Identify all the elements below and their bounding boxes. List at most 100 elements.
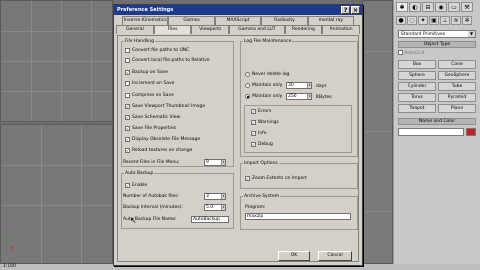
- tab-maxscript[interactable]: MAXScript: [214, 16, 262, 25]
- utilities-tab-icon[interactable]: ⚒: [461, 2, 473, 12]
- color-swatch[interactable]: [466, 128, 476, 136]
- tab-inverse-kinematics[interactable]: Inverse Kinematics: [122, 16, 169, 25]
- option-backup-on-save[interactable]: ✓ Backup on Save: [125, 70, 168, 75]
- maintain-days-spinner[interactable]: 30 ⇕: [286, 82, 312, 89]
- checkbox[interactable]: [125, 48, 130, 53]
- option-thumbnail[interactable]: ✓ Save Viewport Thumbnail Image: [125, 104, 205, 109]
- level-warnings[interactable]: ✓ Warnings: [251, 120, 279, 125]
- geometry-icon[interactable]: ●: [396, 16, 406, 25]
- cancel-button[interactable]: Cancel: [318, 251, 352, 261]
- autogrid-checkbox[interactable]: AutoGrid: [394, 48, 480, 58]
- primitive-type-dropdown[interactable]: Standard Primitives ▼: [398, 30, 476, 38]
- tab-animation[interactable]: Animation: [322, 25, 360, 34]
- lights-icon[interactable]: ✦: [418, 16, 428, 25]
- help-icon[interactable]: ?: [341, 6, 350, 14]
- option-obsolete-message[interactable]: ✓ Display Obsolete File Message: [125, 137, 200, 142]
- object-type-header[interactable]: Object Type: [398, 41, 476, 48]
- interval-spinner[interactable]: 5.0 ⇕: [204, 204, 226, 211]
- option-schematic[interactable]: ✓ Save Schematic View: [125, 115, 180, 120]
- object-name-input[interactable]: [398, 128, 464, 136]
- box-button[interactable]: Box: [398, 60, 436, 69]
- checkbox-checked[interactable]: ✓: [125, 115, 130, 120]
- cameras-icon[interactable]: ▣: [429, 16, 439, 25]
- tab-viewports[interactable]: Viewports: [191, 25, 230, 34]
- option-relative[interactable]: Convert local file paths to Relative: [125, 58, 210, 63]
- level-debug[interactable]: ✓ Debug: [251, 142, 273, 147]
- checkbox-checked[interactable]: ✓: [125, 137, 130, 142]
- grid-line: [41, 125, 42, 263]
- radio[interactable]: [245, 72, 250, 77]
- create-tab-icon[interactable]: ✱: [396, 2, 408, 12]
- name-color-header[interactable]: Name and Color: [398, 118, 476, 125]
- recent-files-spinner[interactable]: 9 ⇕: [204, 159, 226, 166]
- sphere-button[interactable]: Sphere: [398, 71, 436, 80]
- maintain-days-row[interactable]: Maintain only: [245, 83, 282, 88]
- tab-general[interactable]: General: [116, 25, 154, 34]
- checkbox-checked[interactable]: ✓: [245, 176, 250, 181]
- tab-rendering[interactable]: Rendering: [284, 25, 323, 34]
- checkbox[interactable]: [125, 58, 130, 63]
- viewport-right[interactable]: [362, 0, 393, 264]
- spinner-arrows-icon[interactable]: ⇕: [221, 205, 225, 210]
- option-reload-textures[interactable]: ✓ Reload textures on change: [125, 148, 192, 153]
- autogrid-box[interactable]: [398, 50, 403, 55]
- checkbox-checked[interactable]: ✓: [125, 104, 130, 109]
- never-delete-row[interactable]: Never delete log: [245, 72, 289, 77]
- radio-selected[interactable]: [245, 94, 250, 99]
- spinner-arrows-icon[interactable]: ⇕: [221, 194, 225, 199]
- level-info[interactable]: ✓ Info: [251, 131, 267, 136]
- spinner-arrows-icon[interactable]: ⇕: [307, 94, 311, 99]
- helpers-icon[interactable]: ⊥: [440, 16, 450, 25]
- radio[interactable]: [245, 83, 250, 88]
- tube-button[interactable]: Tube: [438, 82, 476, 91]
- option-increment[interactable]: Increment on Save: [125, 81, 174, 86]
- cylinder-button[interactable]: Cylinder: [398, 82, 436, 91]
- shapes-icon[interactable]: ◌: [407, 16, 417, 25]
- tab-gamma-lut[interactable]: Gamma and LUT: [229, 25, 285, 34]
- zoom-extents-row[interactable]: ✓ Zoom Extents on Import: [245, 176, 307, 181]
- spacewarps-icon[interactable]: ≋: [451, 16, 461, 25]
- num-files-spinner[interactable]: 3 ⇕: [204, 193, 226, 200]
- maintain-size-row[interactable]: Maintain only: [245, 94, 282, 99]
- checkbox-checked[interactable]: ✓: [251, 109, 256, 114]
- checkbox-checked[interactable]: ✓: [125, 183, 130, 188]
- close-icon[interactable]: ×: [351, 6, 360, 14]
- option-file-properties[interactable]: ✓ Save File Properties: [125, 126, 176, 131]
- viewport-top-left[interactable]: [0, 0, 113, 122]
- geosphere-button[interactable]: GeoSphere: [438, 71, 476, 80]
- spinner-arrows-icon[interactable]: ⇕: [307, 83, 311, 88]
- teapot-button[interactable]: Teapot: [398, 104, 436, 113]
- backup-filename-input[interactable]: AutoBackup: [191, 216, 229, 223]
- checkbox-checked[interactable]: ✓: [125, 70, 130, 75]
- viewport-bottom-left[interactable]: x y: [0, 124, 113, 264]
- checkbox-checked[interactable]: ✓: [125, 148, 130, 153]
- checkbox-checked[interactable]: ✓: [251, 120, 256, 125]
- checkbox[interactable]: [125, 81, 130, 86]
- tab-mental-ray[interactable]: mental ray: [307, 16, 355, 25]
- enable-backup-row[interactable]: ✓ Enable: [125, 183, 147, 188]
- checkbox-checked[interactable]: ✓: [125, 126, 130, 131]
- spinner-arrows-icon[interactable]: ⇕: [221, 160, 225, 165]
- plane-button[interactable]: Plane: [438, 104, 476, 113]
- maintain-size-spinner[interactable]: 256 ⇕: [286, 93, 312, 100]
- pyramid-button[interactable]: Pyramid: [438, 93, 476, 102]
- display-tab-icon[interactable]: ▭: [448, 2, 460, 12]
- program-input[interactable]: maxzip: [245, 213, 351, 220]
- motion-tab-icon[interactable]: ◉: [435, 2, 447, 12]
- checkbox[interactable]: [125, 93, 130, 98]
- cone-button[interactable]: Cone: [438, 60, 476, 69]
- option-compress[interactable]: Compress on Save: [125, 93, 174, 98]
- ok-button[interactable]: OK: [278, 251, 310, 261]
- checkbox-checked[interactable]: ✓: [251, 131, 256, 136]
- tab-files[interactable]: Files: [153, 25, 192, 34]
- tab-radiosity[interactable]: Radiosity: [261, 16, 308, 25]
- level-errors[interactable]: ✓ Errors: [251, 109, 271, 114]
- modify-tab-icon[interactable]: ◐: [409, 2, 421, 12]
- systems-icon[interactable]: ✲: [462, 16, 472, 25]
- option-unc[interactable]: Convert file paths to UNC: [125, 48, 189, 53]
- tab-gizmos[interactable]: Gizmos: [168, 16, 215, 25]
- dialog-titlebar[interactable]: Preference Settings ? ×: [114, 5, 362, 15]
- torus-button[interactable]: Torus: [398, 93, 436, 102]
- hierarchy-tab-icon[interactable]: ⊟: [422, 2, 434, 12]
- checkbox-checked[interactable]: ✓: [251, 142, 256, 147]
